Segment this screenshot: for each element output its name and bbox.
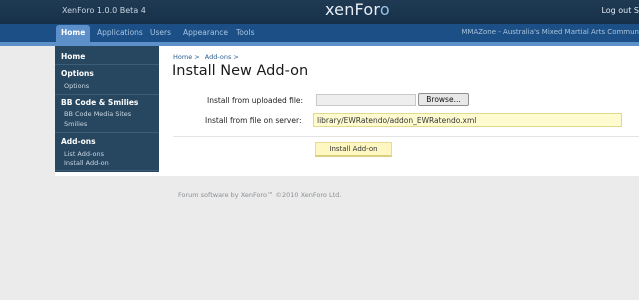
sidebar-item-install-addon[interactable]: Install Add-on: [64, 159, 109, 167]
app-version-title: XenForo 1.0.0 Beta 4: [62, 6, 146, 15]
sidebar: Home Options Options BB Code & Smilies B…: [55, 46, 159, 172]
logout-link[interactable]: Log out S: [601, 6, 639, 15]
tab-appearance[interactable]: Appearance: [183, 28, 228, 37]
top-bar: XenForo 1.0.0 Beta 4 xenForo Log out S: [0, 0, 639, 24]
browse-button[interactable]: Browse...: [418, 93, 469, 106]
sidebar-item-smilies[interactable]: Smilies: [64, 120, 87, 128]
tab-users[interactable]: Users: [150, 28, 171, 37]
page-title: Install New Add-on: [172, 63, 309, 79]
footer-copyright: Forum software by XenForo™ ©2010 XenForo…: [178, 191, 342, 199]
logo-text: xenFor: [325, 0, 380, 19]
sidebar-home[interactable]: Home: [61, 52, 85, 61]
site-name-link[interactable]: MMAZone - Australia's Mixed Martial Arts…: [461, 28, 639, 36]
tab-applications[interactable]: Applications: [97, 28, 143, 37]
breadcrumb-home[interactable]: Home >: [173, 53, 200, 61]
install-addon-button[interactable]: Install Add-on: [315, 142, 392, 157]
sidebar-item-bbcode-media-sites[interactable]: BB Code Media Sites: [64, 110, 131, 118]
breadcrumb-addons[interactable]: Add-ons >: [205, 53, 239, 61]
tab-home[interactable]: Home: [56, 25, 91, 42]
breadcrumb: Home > Add-ons >: [173, 53, 239, 61]
upload-file-input[interactable]: [316, 94, 416, 106]
sidebar-divider: [55, 170, 159, 171]
form-divider: [173, 136, 639, 137]
upload-file-label: Install from uploaded file:: [207, 96, 304, 105]
sidebar-divider: [55, 94, 159, 95]
sidebar-divider: [55, 132, 159, 133]
main-nav-tabs: Home Applications Users Appearance Tools…: [0, 24, 639, 42]
sidebar-heading-options[interactable]: Options: [61, 69, 94, 78]
logo-text-tail: o: [379, 0, 390, 19]
sidebar-item-options[interactable]: Options: [64, 82, 89, 90]
xenforo-logo[interactable]: xenForo: [325, 0, 390, 19]
sidebar-heading-bbcode[interactable]: BB Code & Smilies: [61, 98, 138, 107]
tab-tools[interactable]: Tools: [236, 28, 254, 37]
sidebar-divider: [55, 64, 159, 65]
sidebar-heading-addons[interactable]: Add-ons: [61, 137, 96, 146]
sidebar-item-list-addons[interactable]: List Add-ons: [64, 150, 104, 158]
server-file-input[interactable]: library/EWRatendo/addon_EWRatendo.xml: [313, 113, 622, 127]
server-file-label: Install from file on server:: [205, 116, 302, 125]
